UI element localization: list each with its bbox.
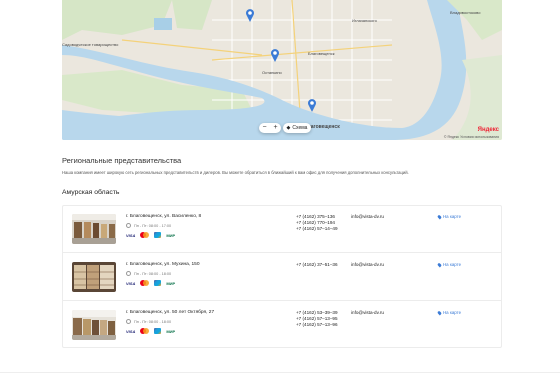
office-address: г. Благовещенск, ул. Василенко, 8 [126, 214, 202, 219]
yandex-logo: Яндекс [477, 127, 499, 133]
section-description: Наша компания имеет широкую сеть региона… [62, 170, 409, 175]
mir-icon: МИР [166, 280, 176, 286]
office-address: г. Благовещенск, ул. Мухина, 150 [126, 262, 200, 267]
mastercard-icon [140, 232, 150, 238]
pin-icon [437, 262, 442, 267]
show-on-map-label: На карте [443, 214, 462, 219]
map-label-area: Садоводческое товарищество [62, 42, 119, 47]
show-on-map-link[interactable]: На карте [437, 214, 462, 219]
office-phones: +7 (4162) 375–136 +7 (4162) 770–194 +7 (… [296, 214, 338, 232]
map-pin-icon[interactable] [270, 48, 280, 62]
clock-icon [126, 271, 131, 276]
sbp-icon [154, 232, 162, 238]
layers-label: Схема [292, 125, 308, 131]
phone-link[interactable]: +7 (4162) 37–51–36 [296, 262, 338, 268]
zoom-out-button[interactable]: − [259, 123, 270, 133]
visa-icon: VISA [126, 232, 136, 238]
office-photo [72, 214, 116, 244]
mir-icon: МИР [166, 328, 176, 334]
visa-icon: VISA [126, 280, 136, 286]
office-photo [72, 310, 116, 340]
office-email[interactable]: info@vista-dv.ru [351, 262, 384, 267]
zoom-in-button[interactable]: + [270, 123, 281, 133]
office-hours: Пн - Пт: 08:00 - 18:00 [126, 271, 171, 276]
office-photo [72, 262, 116, 292]
show-on-map-label: На карте [443, 262, 462, 267]
phone-link[interactable]: +7 (4162) 57–13–96 [296, 322, 338, 328]
map-layers-button[interactable]: ◆ Схема [283, 123, 311, 133]
hours-text: Пн - Пт: 08:00 - 18:00 [134, 271, 172, 276]
mir-icon: МИР [166, 232, 176, 238]
show-on-map-label: На карте [443, 310, 462, 315]
mastercard-icon [140, 280, 150, 286]
office-row: г. Благовещенск, ул. 50 лет Октября, 27 … [63, 302, 501, 349]
hours-text: Пн - Пт: 08:00 - 18:00 [134, 319, 172, 324]
section-title: Региональные представительства [62, 156, 182, 165]
zoom-control: − + [259, 123, 281, 133]
hours-text: Пн - Пт: 08:00 - 17:00 [134, 223, 172, 228]
pin-icon [437, 214, 442, 219]
show-on-map-link[interactable]: На карте [437, 262, 462, 267]
pin-icon [437, 310, 442, 315]
map-pin-icon[interactable] [307, 98, 317, 112]
office-hours: Пн - Пт: 08:00 - 17:00 [126, 223, 171, 228]
payment-methods: VISA МИР [126, 232, 175, 238]
map-label-road: Иглачанского [352, 18, 377, 23]
mastercard-icon [140, 328, 150, 334]
region-heading: Амурская область [62, 189, 120, 196]
footer-divider [0, 372, 560, 373]
phone-link[interactable]: +7 (4162) 57–14–49 [296, 226, 338, 232]
map-label-blag: Благовещенск [308, 51, 335, 56]
office-email[interactable]: info@vista-dv.ru [351, 310, 384, 315]
map-label-ostov: Останкино [262, 70, 282, 75]
office-phones: +7 (4162) 53–39–39 +7 (4162) 57–13–95 +7… [296, 310, 338, 328]
office-hours: Пн - Пт: 08:00 - 18:00 [126, 319, 171, 324]
office-email[interactable]: info@vista-dv.ru [351, 214, 384, 219]
sbp-icon [154, 328, 162, 334]
map-copyright[interactable]: © Яндекс Условия использования [444, 135, 499, 139]
map-label-vlad: Владивостоково [450, 10, 481, 15]
show-on-map-link[interactable]: На карте [437, 310, 462, 315]
payment-methods: VISA МИР [126, 280, 175, 286]
clock-icon [126, 223, 131, 228]
office-map[interactable]: Владивостоково Садоводческое товариществ… [62, 0, 502, 140]
clock-icon [126, 319, 131, 324]
map-pin-icon[interactable] [245, 8, 255, 22]
office-list: г. Благовещенск, ул. Василенко, 8 Пн - П… [62, 205, 502, 348]
sbp-icon [154, 280, 162, 286]
office-row: г. Благовещенск, ул. Василенко, 8 Пн - П… [63, 206, 501, 253]
visa-icon: VISA [126, 328, 136, 334]
office-address: г. Благовещенск, ул. 50 лет Октября, 27 [126, 310, 215, 315]
office-phones: +7 (4162) 37–51–36 [296, 262, 338, 268]
map-background [62, 0, 502, 140]
office-row: г. Благовещенск, ул. Мухина, 150 Пн - Пт… [63, 254, 501, 301]
payment-methods: VISA МИР [126, 328, 175, 334]
layers-icon: ◆ [286, 125, 291, 131]
